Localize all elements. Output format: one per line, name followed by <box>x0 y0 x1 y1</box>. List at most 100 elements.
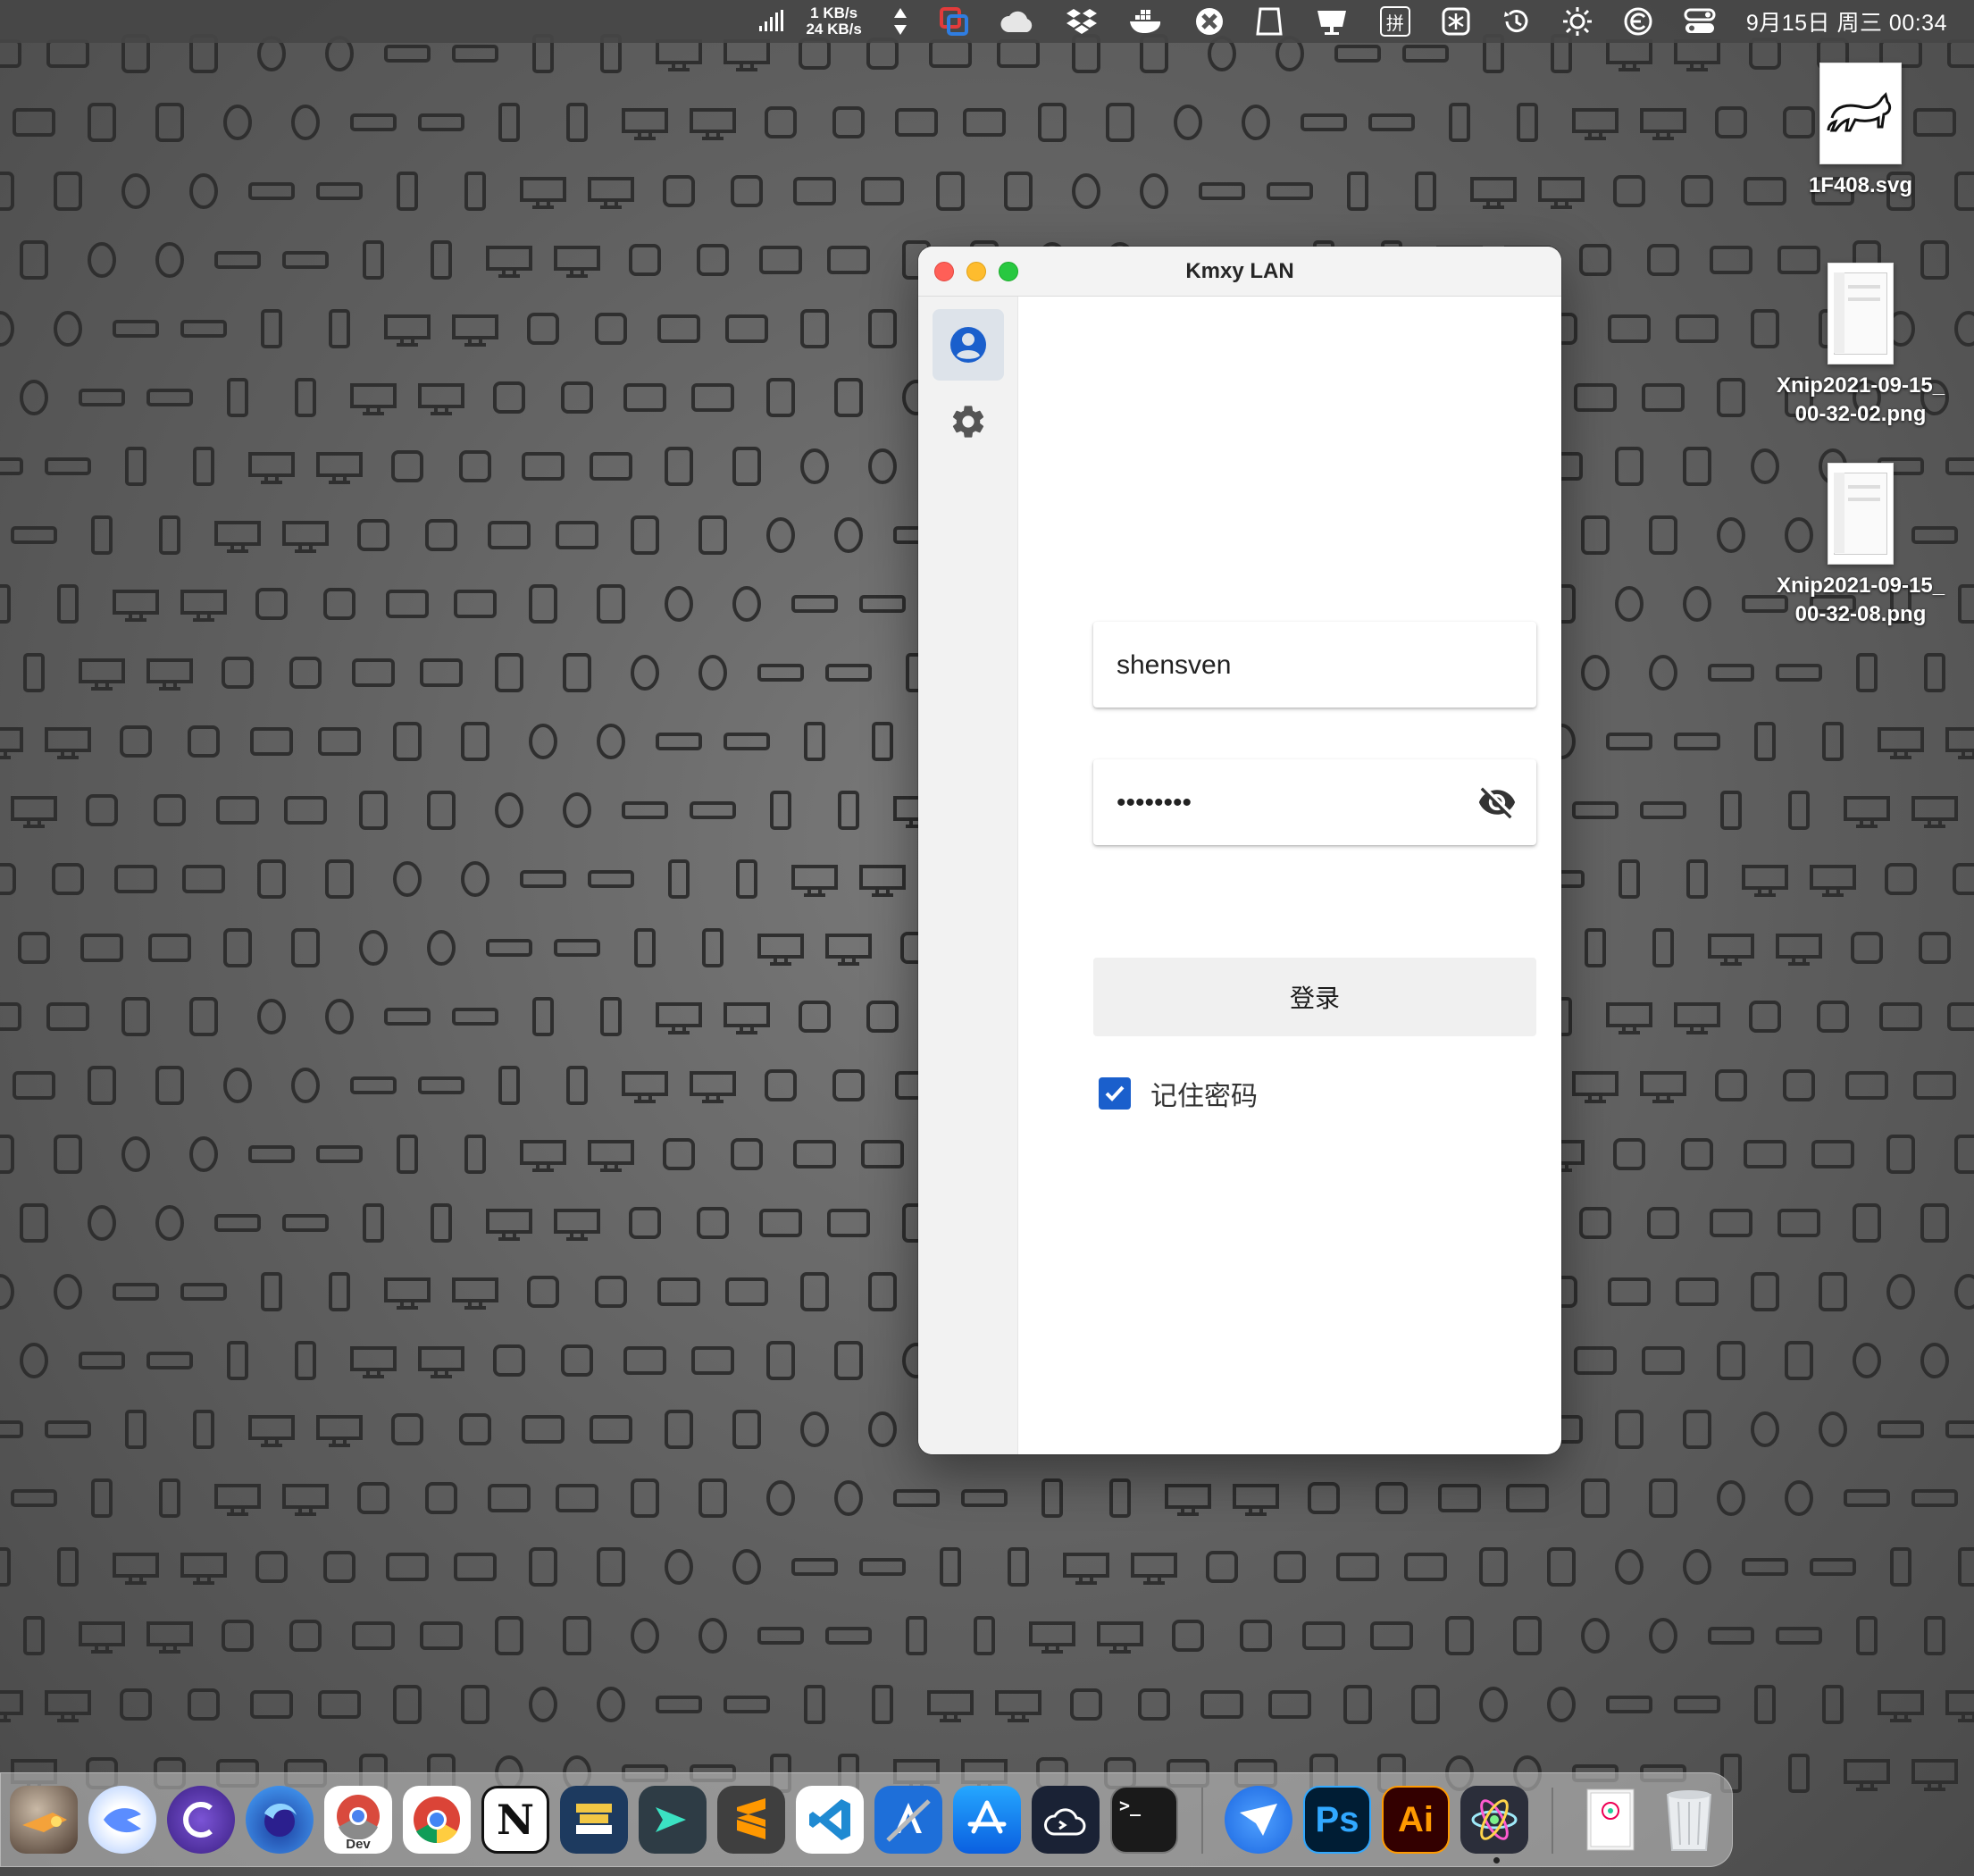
display-icon[interactable] <box>1314 0 1350 43</box>
wallpaper-device-glyph <box>189 997 218 1036</box>
brightness-icon[interactable] <box>1562 0 1593 43</box>
signal-bars-icon[interactable] <box>757 0 784 43</box>
wallpaper-device-glyph <box>1138 1688 1170 1721</box>
tweetbot-icon[interactable] <box>88 1786 156 1854</box>
wallpaper-device-glyph <box>698 655 727 691</box>
wallpaper-device-glyph <box>1174 105 1202 140</box>
ccleaner-icon[interactable] <box>1623 0 1653 43</box>
launcher-icon[interactable] <box>10 1786 78 1854</box>
wallpaper-device-glyph <box>724 733 770 750</box>
firefox-icon[interactable] <box>246 1786 314 1854</box>
sublime-merge-icon[interactable] <box>560 1786 628 1854</box>
wallpaper-device-glyph <box>725 314 768 343</box>
remember-password-row[interactable]: 记住密码 <box>1093 1072 1258 1115</box>
chrome-dev-icon[interactable]: Dev <box>324 1786 392 1854</box>
wallpaper-device-glyph <box>384 1008 431 1026</box>
wallpaper-device-glyph <box>113 590 159 622</box>
documents-folder-icon[interactable] <box>1577 1786 1644 1854</box>
network-speed[interactable]: 1 KB/s 24 KB/s <box>806 0 861 43</box>
wallpaper-device-glyph <box>872 722 893 761</box>
wallpaper-device-glyph <box>180 1553 227 1585</box>
wallpaper-device-glyph <box>125 1410 146 1449</box>
wallpaper-device-glyph <box>1945 1690 1974 1722</box>
wallpaper-device-glyph <box>486 1209 532 1241</box>
wallpaper-device-glyph <box>20 1343 48 1378</box>
wallpaper-device-glyph <box>352 1621 395 1650</box>
wallpaper-device-glyph <box>1674 39 1720 71</box>
wallpaper-device-glyph <box>1945 457 1974 475</box>
snowflake-icon[interactable] <box>1441 0 1471 43</box>
desktop-file-svg[interactable]: 1F408.svg <box>1771 63 1950 200</box>
login-button[interactable]: 登录 <box>1093 958 1536 1036</box>
app-store-icon[interactable] <box>953 1786 1021 1854</box>
dropbox-icon[interactable] <box>1066 0 1098 43</box>
wallpaper-device-glyph <box>936 172 965 211</box>
wallpaper-device-glyph <box>11 1489 57 1507</box>
terminal-icon[interactable]: >_ <box>1110 1786 1178 1854</box>
toggle-password-visibility-button[interactable] <box>1477 783 1517 822</box>
wallpaper-device-glyph <box>291 105 320 140</box>
wallpaper-device-glyph <box>1574 1346 1617 1375</box>
cloud-icon[interactable] <box>1000 0 1035 43</box>
wallpaper-device-glyph <box>804 722 825 761</box>
feishu-icon[interactable] <box>1225 1786 1292 1854</box>
control-center-icon[interactable] <box>1684 0 1716 43</box>
wallpaper-device-glyph <box>1856 1616 1878 1655</box>
chrome-icon[interactable] <box>403 1786 471 1854</box>
time-machine-icon[interactable] <box>1501 0 1532 43</box>
trash-icon[interactable] <box>1655 1786 1723 1854</box>
ipad-icon[interactable] <box>1255 0 1284 43</box>
wallpaper-device-glyph <box>1579 1207 1611 1239</box>
desktop-file-png-1[interactable]: Xnip2021-09-15_ 00-32-02.png <box>1771 263 1950 429</box>
wallpaper-device-glyph <box>1947 1002 1974 1031</box>
wallpaper-device-glyph <box>588 870 634 888</box>
wallpaper-device-glyph <box>1708 664 1754 682</box>
prompt-icon[interactable] <box>639 1786 707 1854</box>
cloud-terminal-icon[interactable] <box>1032 1786 1100 1854</box>
username-input[interactable] <box>1115 622 1476 709</box>
wallpaper-device-glyph <box>1749 1001 1781 1033</box>
wallpaper-device-glyph <box>1647 244 1679 276</box>
username-field-container <box>1093 622 1536 709</box>
wallpaper-device-glyph <box>282 1214 329 1232</box>
wallpaper-device-glyph <box>631 655 659 691</box>
notion-icon[interactable]: N <box>481 1786 549 1854</box>
xcode-icon[interactable] <box>874 1786 942 1854</box>
vscode-icon[interactable] <box>796 1786 864 1854</box>
wallpaper-device-glyph <box>88 103 116 142</box>
photoshop-icon[interactable]: Ps <box>1303 1786 1371 1854</box>
sublime-text-icon[interactable] <box>717 1786 785 1854</box>
wallpaper-device-glyph <box>895 108 938 137</box>
ime-icon[interactable]: 拼 <box>1379 0 1410 43</box>
wallpaper-device-glyph <box>725 1277 768 1306</box>
sidebar-item-settings[interactable] <box>933 386 1004 457</box>
desktop-file-name: Xnip2021-09-15_ 00-32-02.png <box>1776 373 1945 426</box>
wallpaper-device-glyph <box>289 657 322 689</box>
app-switch-icon[interactable] <box>1194 0 1225 43</box>
menubar-clock[interactable]: 9月15日 周三 00:34 <box>1746 0 1947 43</box>
electron-icon[interactable] <box>1460 1786 1528 1854</box>
wallpaper-device-glyph <box>1581 1478 1610 1518</box>
wallpaper-device-glyph <box>80 934 123 962</box>
wallpaper-device-glyph <box>622 1071 668 1103</box>
password-input[interactable] <box>1115 759 1476 847</box>
wallpaper-device-glyph <box>1131 1553 1177 1585</box>
wallpaper-device-glyph <box>88 1066 116 1105</box>
updown-arrows-icon[interactable] <box>892 0 908 43</box>
remember-password-checkbox[interactable] <box>1099 1077 1131 1110</box>
wallpaper-device-glyph <box>1438 1484 1481 1512</box>
pock-icon[interactable] <box>167 1786 235 1854</box>
illustrator-icon[interactable]: Ai <box>1382 1786 1450 1854</box>
wallpaper-device-glyph <box>180 320 227 338</box>
parallels-icon[interactable] <box>939 0 969 43</box>
window-titlebar[interactable]: Kmxy LAN <box>918 247 1561 297</box>
wallpaper-device-glyph <box>86 794 118 826</box>
desktop-file-name: Xnip2021-09-15_ 00-32-08.png <box>1776 574 1945 626</box>
wallpaper-device-glyph <box>1890 1547 1911 1587</box>
desktop-file-png-2[interactable]: Xnip2021-09-15_ 00-32-08.png <box>1771 463 1950 629</box>
sidebar-item-account[interactable] <box>933 309 1004 381</box>
wallpaper-device-glyph <box>1754 722 1776 761</box>
docker-icon[interactable] <box>1128 0 1164 43</box>
wallpaper-device-glyph <box>393 1685 422 1724</box>
wallpaper-device-glyph <box>1572 1071 1619 1103</box>
